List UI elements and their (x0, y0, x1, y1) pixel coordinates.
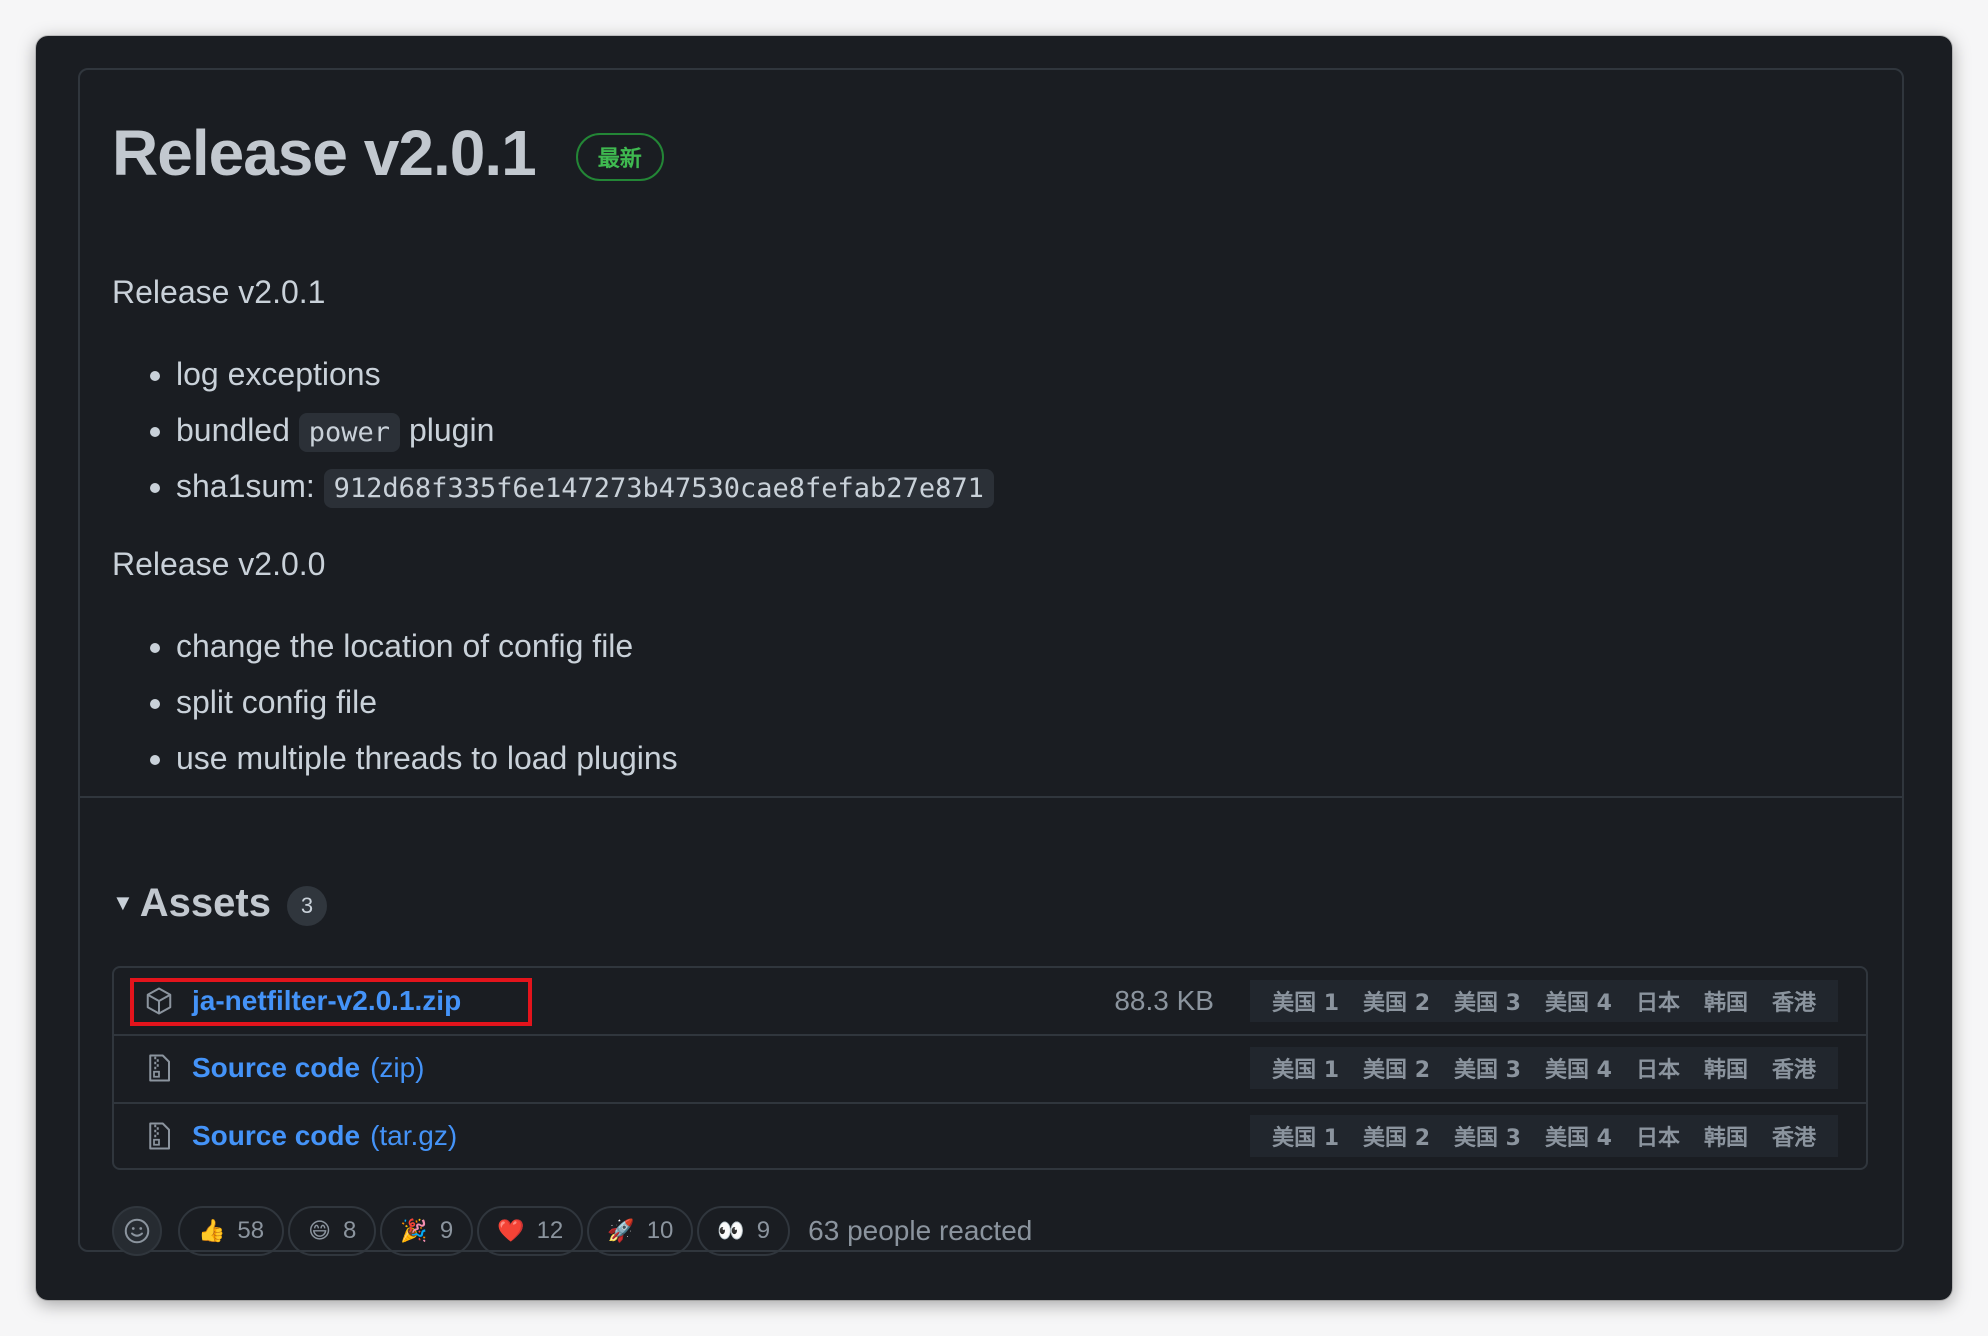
reaction-count: 9 (439, 1217, 454, 1244)
mirror-link-kr[interactable]: 韩国 (1692, 1120, 1760, 1152)
notes-list-v2-0-1: log exceptions bundled power plugin sha1… (112, 346, 1872, 514)
mirror-link-us1[interactable]: 美国 1 (1260, 985, 1351, 1017)
mirror-link-us4[interactable]: 美国 4 (1533, 985, 1624, 1017)
mirror-link-us2[interactable]: 美国 2 (1351, 985, 1442, 1017)
reaction-rocket[interactable]: 🚀 10 (587, 1206, 694, 1256)
list-item: split config file (176, 674, 1872, 730)
mirror-link-kr[interactable]: 韩国 (1692, 985, 1760, 1017)
list-item: use multiple threads to load plugins (176, 730, 1872, 786)
mirror-links: 美国 1 美国 2 美国 3 美国 4 日本 韩国 香港 (1250, 1047, 1838, 1089)
mirror-link-us1[interactable]: 美国 1 (1260, 1052, 1351, 1084)
reaction-thumbs-up[interactable]: 👍 58 (178, 1206, 285, 1256)
asset-row: ja-netfilter-v2.0.1.zip 88.3 KB 美国 1 美国 … (114, 968, 1866, 1034)
reaction-hooray[interactable]: 🎉 9 (380, 1206, 474, 1256)
list-item-text: plugin (408, 412, 495, 448)
asset-suffix: (zip) (370, 1052, 425, 1083)
file-zip-icon (149, 1054, 170, 1082)
smiley-icon (124, 1218, 150, 1244)
assets-list: ja-netfilter-v2.0.1.zip 88.3 KB 美国 1 美国 … (112, 966, 1868, 1170)
notes-list-v2-0-0: change the location of config file split… (112, 618, 1872, 786)
reaction-count: 12 (536, 1217, 564, 1244)
mirror-link-kr[interactable]: 韩国 (1692, 1052, 1760, 1084)
list-item-text: bundled (176, 412, 290, 448)
file-zip-icon (149, 1122, 170, 1150)
add-reaction-button[interactable] (112, 1206, 162, 1256)
release-notes: Release v2.0.1 log exceptions bundled po… (112, 270, 1872, 514)
asset-size: 88.3 KB (1114, 985, 1214, 1016)
reaction-count: 58 (237, 1217, 265, 1244)
release-window: Release v2.0.1 最新 Release v2.0.1 log exc… (36, 36, 1952, 1300)
mirror-link-us3[interactable]: 美国 3 (1442, 985, 1533, 1017)
list-item: log exceptions (176, 346, 1872, 402)
section-divider (80, 796, 1902, 798)
asset-name: Source code (192, 1120, 361, 1151)
release-header: Release v2.0.1 最新 (112, 116, 664, 190)
heart-icon: ❤️ (497, 1218, 525, 1244)
reaction-heart[interactable]: ❤️ 12 (477, 1206, 584, 1256)
list-item-text: log exceptions (176, 356, 381, 392)
list-item-text: sha1sum: (176, 468, 315, 504)
list-item: bundled power plugin (176, 402, 1872, 458)
laugh-icon: 😄 (308, 1218, 332, 1244)
mirror-link-us2[interactable]: 美国 2 (1351, 1120, 1442, 1152)
assets-count-badge: 3 (286, 886, 327, 926)
release-card: Release v2.0.1 最新 Release v2.0.1 log exc… (78, 68, 1904, 1256)
mirror-link-jp[interactable]: 日本 (1624, 1120, 1692, 1152)
reaction-laugh[interactable]: 😄 8 (288, 1206, 377, 1256)
list-item: change the location of config file (176, 618, 1872, 674)
asset-name: ja-netfilter-v2.0.1.zip (192, 985, 462, 1016)
mirror-link-hk[interactable]: 香港 (1760, 1120, 1828, 1152)
mirror-links: 美国 1 美国 2 美国 3 美国 4 日本 韩国 香港 (1250, 980, 1838, 1022)
release-title[interactable]: Release v2.0.1 (112, 116, 537, 190)
reaction-count: 9 (756, 1217, 771, 1244)
sha1sum-code: 912d68f335f6e147273b47530cae8fefab27e871 (323, 469, 994, 508)
mirror-link-us3[interactable]: 美国 3 (1442, 1052, 1533, 1084)
source-code-targz-link[interactable]: Source code (tar.gz) (192, 1120, 457, 1152)
rocket-icon: 🚀 (607, 1218, 635, 1244)
package-icon (146, 987, 172, 1015)
mirror-link-hk[interactable]: 香港 (1760, 985, 1828, 1017)
mirror-links: 美国 1 美国 2 美国 3 美国 4 日本 韩国 香港 (1250, 1115, 1838, 1157)
mirror-link-jp[interactable]: 日本 (1624, 985, 1692, 1017)
mirror-link-jp[interactable]: 日本 (1624, 1052, 1692, 1084)
mirror-link-hk[interactable]: 香港 (1760, 1052, 1828, 1084)
notes-heading-v2-0-0: Release v2.0.0 (112, 546, 326, 582)
reaction-count: 10 (646, 1217, 674, 1244)
inline-code: power (298, 413, 401, 452)
reactions-summary: 63 people reacted (808, 1215, 1033, 1246)
thumbs-up-icon: 👍 (198, 1218, 226, 1244)
reaction-count: 8 (343, 1217, 357, 1244)
source-code-zip-link[interactable]: Source code (zip) (192, 1052, 425, 1084)
assets-toggle[interactable]: ▼ Assets 3 (112, 880, 327, 926)
mirror-link-us3[interactable]: 美国 3 (1442, 1120, 1533, 1152)
asset-link-zip[interactable]: ja-netfilter-v2.0.1.zip (192, 985, 461, 1017)
assets-title: Assets (139, 880, 271, 925)
eyes-icon: 👀 (717, 1218, 745, 1244)
mirror-link-us4[interactable]: 美国 4 (1533, 1052, 1624, 1084)
caret-down-icon: ▼ (112, 890, 134, 915)
mirror-link-us2[interactable]: 美国 2 (1351, 1052, 1442, 1084)
list-item: sha1sum: 912d68f335f6e147273b47530cae8fe… (176, 458, 1872, 514)
asset-row: Source code (zip) 美国 1 美国 2 美国 3 美国 4 日本 … (114, 1034, 1866, 1100)
mirror-link-us1[interactable]: 美国 1 (1260, 1120, 1351, 1152)
reactions-bar: 👍 58 😄 8 🎉 9 ❤️ 12 🚀 10 👀 9 63 people re… (112, 1206, 1032, 1256)
release-notes-v2-0-0: Release v2.0.0 change the location of co… (112, 542, 1872, 786)
latest-badge: 最新 (575, 133, 664, 181)
hooray-icon: 🎉 (400, 1218, 428, 1244)
asset-name: Source code (192, 1052, 361, 1083)
asset-row: Source code (tar.gz) 美国 1 美国 2 美国 3 美国 4 … (114, 1102, 1866, 1168)
asset-suffix: (tar.gz) (370, 1120, 458, 1151)
notes-heading-v2-0-1: Release v2.0.1 (112, 274, 326, 310)
reaction-eyes[interactable]: 👀 9 (697, 1206, 791, 1256)
mirror-link-us4[interactable]: 美国 4 (1533, 1120, 1624, 1152)
